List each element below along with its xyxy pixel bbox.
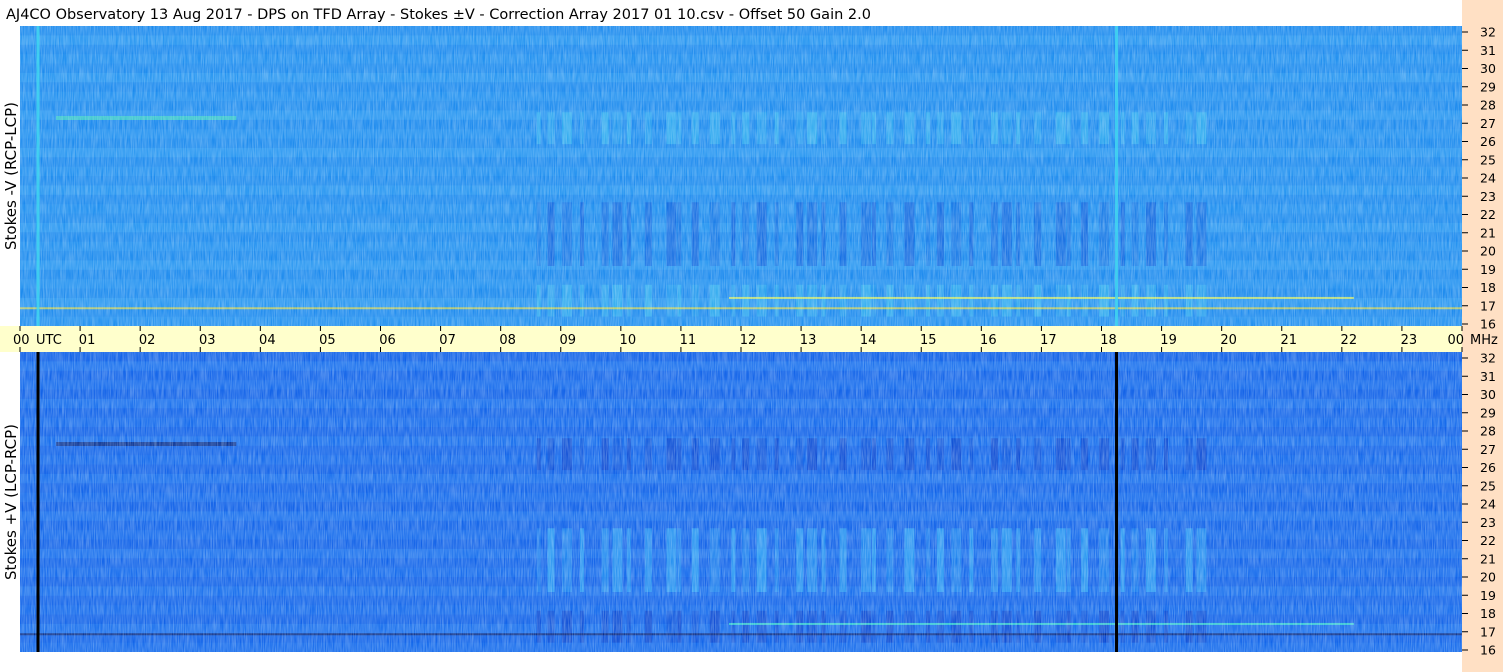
frequency-tick-label: 18: [1480, 606, 1496, 621]
time-tick-label: 11: [680, 333, 697, 348]
time-tick-label: 09: [559, 333, 576, 348]
noise-texture: [20, 352, 1462, 652]
panel-label-stokes-plus-v: Stokes +V (LCP-RCP): [2, 424, 20, 580]
marker-line: [36, 26, 40, 326]
frequency-tick-label: 20: [1480, 244, 1496, 259]
marker-line: [36, 352, 40, 652]
noise-texture: [20, 26, 1462, 326]
frequency-tick-label: 17: [1480, 298, 1496, 313]
frequency-tick-label: 25: [1480, 152, 1496, 167]
frequency-tick-label: 18: [1480, 280, 1496, 295]
time-tick-label: 21: [1280, 333, 1297, 348]
frequency-tick-label: 28: [1480, 98, 1496, 113]
frequency-tick-label: 19: [1480, 262, 1496, 277]
frequency-tick-label: 30: [1480, 387, 1496, 402]
frequency-tick-label: 27: [1480, 442, 1496, 457]
time-axis-band: [0, 326, 1462, 352]
frequency-tick-label: 20: [1480, 570, 1496, 585]
frequency-tick-label: 26: [1480, 134, 1496, 149]
time-tick-label: 16: [980, 333, 997, 348]
time-tick-label: 07: [439, 333, 456, 348]
time-tick-label: 15: [920, 333, 937, 348]
time-tick-label: 18: [1100, 333, 1117, 348]
time-tick-label: 10: [620, 333, 637, 348]
frequency-tick-label: 31: [1480, 43, 1496, 58]
frequency-tick-label: 16: [1480, 643, 1496, 658]
frequency-tick-label: 23: [1480, 189, 1496, 204]
frequency-tick-label: 21: [1480, 225, 1496, 240]
time-tick-label: 05: [319, 333, 336, 348]
frequency-tick-label: 30: [1480, 61, 1496, 76]
frequency-tick-label: 16: [1480, 317, 1496, 332]
time-tick-label: 00: [13, 333, 30, 348]
time-tick-label: 00: [1447, 333, 1464, 348]
frequency-tick-label: 21: [1480, 551, 1496, 566]
frequency-tick-label: 32: [1480, 351, 1496, 366]
frequency-tick-label: 19: [1480, 588, 1496, 603]
time-tick-label: 23: [1401, 333, 1418, 348]
frequency-tick-label: 29: [1480, 79, 1496, 94]
frequency-tick-label: 32: [1480, 25, 1496, 40]
frequency-tick-label: 22: [1480, 533, 1496, 548]
time-unit-label: UTC: [36, 333, 62, 348]
frequency-tick-label: 24: [1480, 171, 1496, 186]
time-tick-label: 17: [1040, 333, 1057, 348]
marker-line: [1115, 26, 1119, 326]
time-tick-label: 14: [860, 333, 877, 348]
time-tick-label: 13: [800, 333, 817, 348]
time-tick-label: 04: [259, 333, 276, 348]
panel-stokes-plus-v: [20, 352, 1462, 652]
time-tick-label: 22: [1341, 333, 1358, 348]
frequency-tick-label: 23: [1480, 515, 1496, 530]
panel-stokes-minus-v: [20, 26, 1462, 326]
time-tick-label: 19: [1160, 333, 1177, 348]
panel-label-stokes-minus-v: Stokes -V (RCP-LCP): [2, 102, 20, 250]
time-tick-label: 06: [379, 333, 396, 348]
frequency-tick-label: 29: [1480, 405, 1496, 420]
frequency-tick-label: 17: [1480, 624, 1496, 639]
frequency-tick-label: 24: [1480, 497, 1496, 512]
frequency-tick-label: 25: [1480, 478, 1496, 493]
frequency-tick-label: 26: [1480, 460, 1496, 475]
frequency-tick-label: 31: [1480, 369, 1496, 384]
frequency-tick-label: 28: [1480, 424, 1496, 439]
time-tick-label: 02: [139, 333, 156, 348]
time-tick-label: 12: [740, 333, 757, 348]
marker-line: [1115, 352, 1119, 652]
frequency-unit-label: MHz: [1470, 333, 1498, 348]
time-tick-label: 01: [79, 333, 96, 348]
time-tick-label: 08: [499, 333, 516, 348]
chart-title: AJ4CO Observatory 13 Aug 2017 - DPS on T…: [6, 7, 871, 23]
time-tick-label: 03: [199, 333, 216, 348]
time-tick-label: 20: [1220, 333, 1237, 348]
spectrogram-chart: AJ4CO Observatory 13 Aug 2017 - DPS on T…: [0, 0, 1503, 672]
frequency-tick-label: 27: [1480, 116, 1496, 131]
frequency-tick-label: 22: [1480, 207, 1496, 222]
